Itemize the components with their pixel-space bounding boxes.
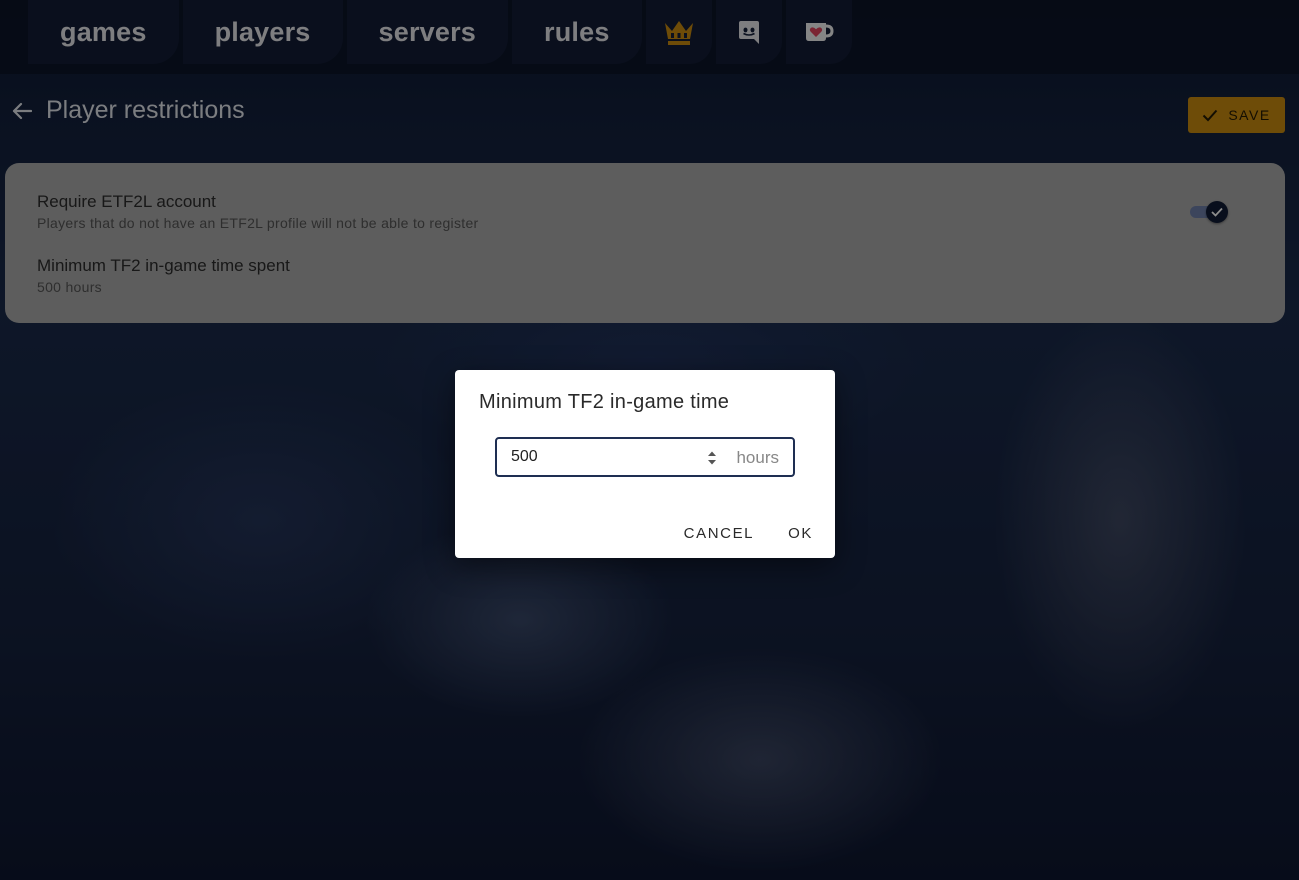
ok-button[interactable]: OK <box>788 525 813 542</box>
hours-input[interactable] <box>511 448 691 466</box>
hours-input-field[interactable]: hours <box>495 437 795 477</box>
min-time-dialog: Minimum TF2 in-game time hours CANCEL OK <box>455 370 835 558</box>
number-spinner-icon[interactable] <box>706 449 718 467</box>
dialog-title: Minimum TF2 in-game time <box>479 391 730 413</box>
cancel-button[interactable]: CANCEL <box>684 525 754 542</box>
dialog-actions: CANCEL OK <box>684 525 813 542</box>
hours-suffix: hours <box>736 448 779 467</box>
